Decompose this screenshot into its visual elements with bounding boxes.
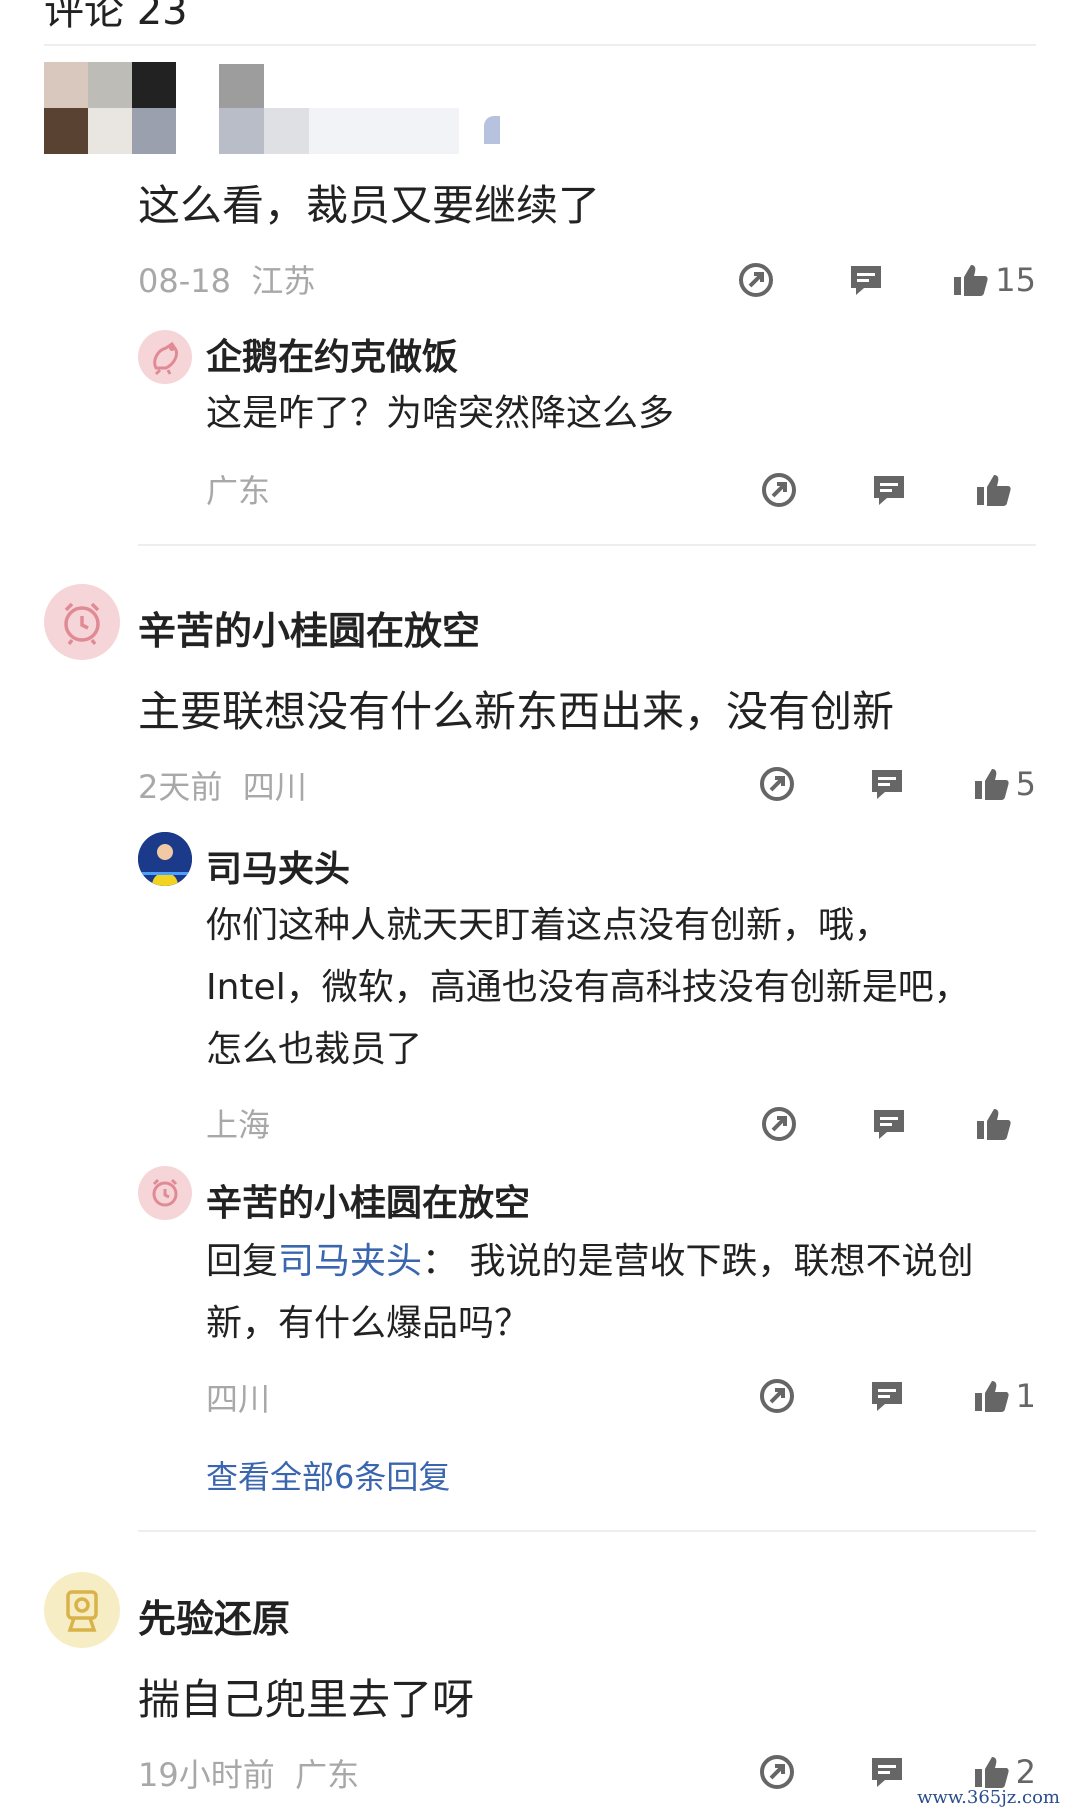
comment-divider [138,544,1036,546]
like-count: 2 [1015,1753,1036,1791]
comment-actions: 5 [722,760,1036,808]
reply-location: 广东 [206,472,271,510]
reply-button[interactable] [832,1376,942,1416]
share-button[interactable] [722,1752,832,1792]
reply-body: 我说的是营收下跌，联想不说创 [469,1241,974,1282]
like-button[interactable]: 15 [951,260,1036,300]
comment-icon [846,260,886,300]
alarm-clock-icon [138,1178,192,1220]
share-button[interactable] [722,1376,832,1416]
comments-header: 评论 23 · · · [0,0,1080,44]
comment-date: 08-18 [138,262,231,300]
comment-date: 19小时前 [138,1756,275,1794]
like-icon [974,1104,1014,1144]
like-button[interactable] [974,1104,1036,1144]
comment-icon [867,1752,907,1792]
header-divider [44,44,1036,46]
reply-text-line: Intel，微软，高通也没有高科技没有创新是吧， [206,967,970,1008]
comment-divider [138,1530,1036,1532]
like-icon [974,470,1014,510]
comment-text: 揣自己兜里去了呀 [138,1675,475,1724]
more-options-icon[interactable]: · · · [963,0,1020,17]
reply-author[interactable]: 司马夹头 [206,840,350,892]
comment-location: 江苏 [251,262,316,300]
comment-icon [869,1104,909,1144]
reply-actions [724,1100,1036,1148]
comment-icon [867,1376,907,1416]
avatar[interactable] [138,832,192,886]
like-count: 1 [1015,1377,1036,1415]
like-count: 5 [1015,765,1036,803]
reply-button[interactable] [832,764,942,804]
like-button[interactable]: 5 [972,764,1036,804]
reply-prefix: 回复 [206,1241,279,1282]
comment-meta: 19小时前 广东 [138,1750,359,1796]
view-all-replies-link[interactable]: 查看全部6条回复 [206,1452,450,1498]
comment-text: 主要联想没有什么新东西出来，没有创新 [138,687,895,736]
reply-button[interactable] [834,1104,944,1144]
comment-location: 四川 [242,768,307,806]
pixelated-user-avatar-and-name [44,62,524,154]
reply-location: 上海 [206,1106,271,1144]
like-icon [972,1752,1012,1792]
comment-location: 广东 [295,1756,360,1794]
comment-text: 这么看，裁员又要继续了 [138,181,601,230]
comment-author[interactable]: 先验还原 [138,1588,290,1643]
share-icon [759,1104,799,1144]
comment-author[interactable]: 辛苦的小桂圆在放空 [138,600,480,655]
reply-button[interactable] [834,470,944,510]
reply-text-line: 你们这种人就天天盯着这点没有创新，哦， [206,905,891,946]
reply-button[interactable] [811,260,921,300]
reply-location: 四川 [206,1380,271,1418]
like-icon [972,1376,1012,1416]
like-icon [951,260,991,300]
camera-stand-icon [44,1590,120,1648]
reply-text-line: 新，有什么爆品吗？ [206,1303,531,1344]
share-icon [757,1376,797,1416]
share-icon [757,764,797,804]
reply-author[interactable]: 辛苦的小桂圆在放空 [206,1174,530,1226]
share-icon [736,260,776,300]
comment-icon [869,470,909,510]
reply-separator: ： [422,1241,459,1282]
comment-actions: 15 [701,256,1036,304]
avatar[interactable] [138,1166,192,1220]
person-photo-avatar-icon [138,832,192,886]
avatar[interactable] [44,1572,120,1648]
like-icon [972,764,1012,804]
reply-text-line: 回复司马夹头： 我说的是营收下跌，联想不说创 [206,1232,974,1284]
share-button[interactable] [722,764,832,804]
share-button[interactable] [701,260,811,300]
reply-button[interactable] [832,1752,942,1792]
like-button[interactable]: 2 [972,1752,1036,1792]
reply-author[interactable]: 企鹅在约克做饭 [206,328,458,380]
reply-actions: 1 [722,1372,1036,1420]
share-button[interactable] [724,470,834,510]
reply-text-line: 怎么也裁员了 [206,1029,423,1070]
like-button[interactable] [974,470,1036,510]
penguin-avatar-icon [138,341,192,384]
comments-count-title: 评论 23 [44,0,188,34]
alarm-clock-icon [44,602,120,660]
reply-actions [724,466,1036,514]
share-button[interactable] [724,1104,834,1144]
comment-date: 2天前 [138,768,223,806]
share-icon [759,470,799,510]
avatar[interactable] [138,330,192,384]
comment-meta: 08-18 江苏 [138,256,315,302]
like-count: 15 [995,261,1036,299]
like-button[interactable]: 1 [972,1376,1036,1416]
comment-icon [867,764,907,804]
watermark-text: www.365jz.com [917,1787,1060,1808]
avatar[interactable] [44,584,120,660]
mentioned-user-link[interactable]: 司马夹头 [278,1241,422,1282]
comment-meta: 2天前 四川 [138,762,307,808]
reply-text: 这是咋了？为啥突然降这么多 [206,393,675,434]
share-icon [757,1752,797,1792]
